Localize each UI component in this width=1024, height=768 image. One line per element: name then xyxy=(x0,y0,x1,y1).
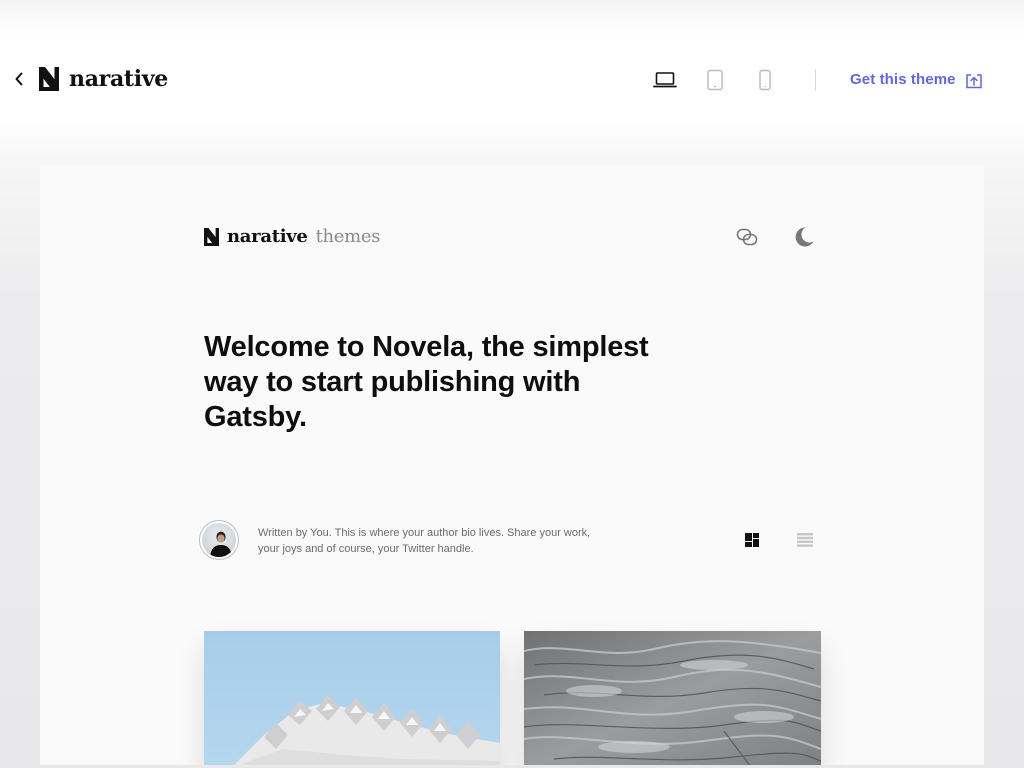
device-phone-button[interactable] xyxy=(752,68,778,92)
article-card[interactable] xyxy=(204,631,500,765)
list-view-icon xyxy=(797,533,813,547)
article-card[interactable] xyxy=(524,631,821,765)
device-tablet-button[interactable] xyxy=(702,68,728,92)
grid-view-icon xyxy=(745,533,759,547)
chevron-left-icon xyxy=(15,72,23,86)
get-theme-export-button[interactable] xyxy=(964,71,984,91)
toolbar-divider xyxy=(815,69,816,91)
laptop-icon xyxy=(653,72,677,88)
site-logo-name: narative xyxy=(227,226,308,247)
brand-name: narative xyxy=(69,66,168,92)
theme-preview-frame: narative themes Welcome to Novela, the s… xyxy=(40,165,984,765)
dark-mode-toggle[interactable] xyxy=(792,225,816,249)
copy-link-button[interactable] xyxy=(735,225,759,249)
hero-heading: Welcome to Novela, the simplest way to s… xyxy=(204,331,649,433)
author-avatar[interactable] xyxy=(199,520,239,560)
narative-logo-icon xyxy=(204,228,219,246)
article-image-rock xyxy=(524,631,821,765)
top-bar: narative Get this theme xyxy=(0,0,1024,160)
author-bio: Written by You. This is where your autho… xyxy=(258,527,591,555)
moon-icon xyxy=(795,227,814,247)
copy-link-icon xyxy=(736,228,758,246)
export-icon xyxy=(966,74,982,89)
device-laptop-button[interactable] xyxy=(652,68,678,92)
back-button[interactable] xyxy=(10,69,28,89)
author-photo-image xyxy=(210,531,232,557)
site-logo-subtitle: themes xyxy=(315,226,381,247)
site-logo[interactable]: narative themes xyxy=(204,226,381,248)
brand-logo[interactable]: narative xyxy=(39,66,168,92)
list-view-button[interactable] xyxy=(796,531,814,549)
narative-logo-icon xyxy=(39,67,59,91)
grid-view-button[interactable] xyxy=(743,531,761,549)
phone-icon xyxy=(759,69,771,91)
get-this-theme-link[interactable]: Get this theme xyxy=(850,70,956,90)
article-image-building xyxy=(204,631,500,765)
tablet-icon xyxy=(707,69,723,91)
